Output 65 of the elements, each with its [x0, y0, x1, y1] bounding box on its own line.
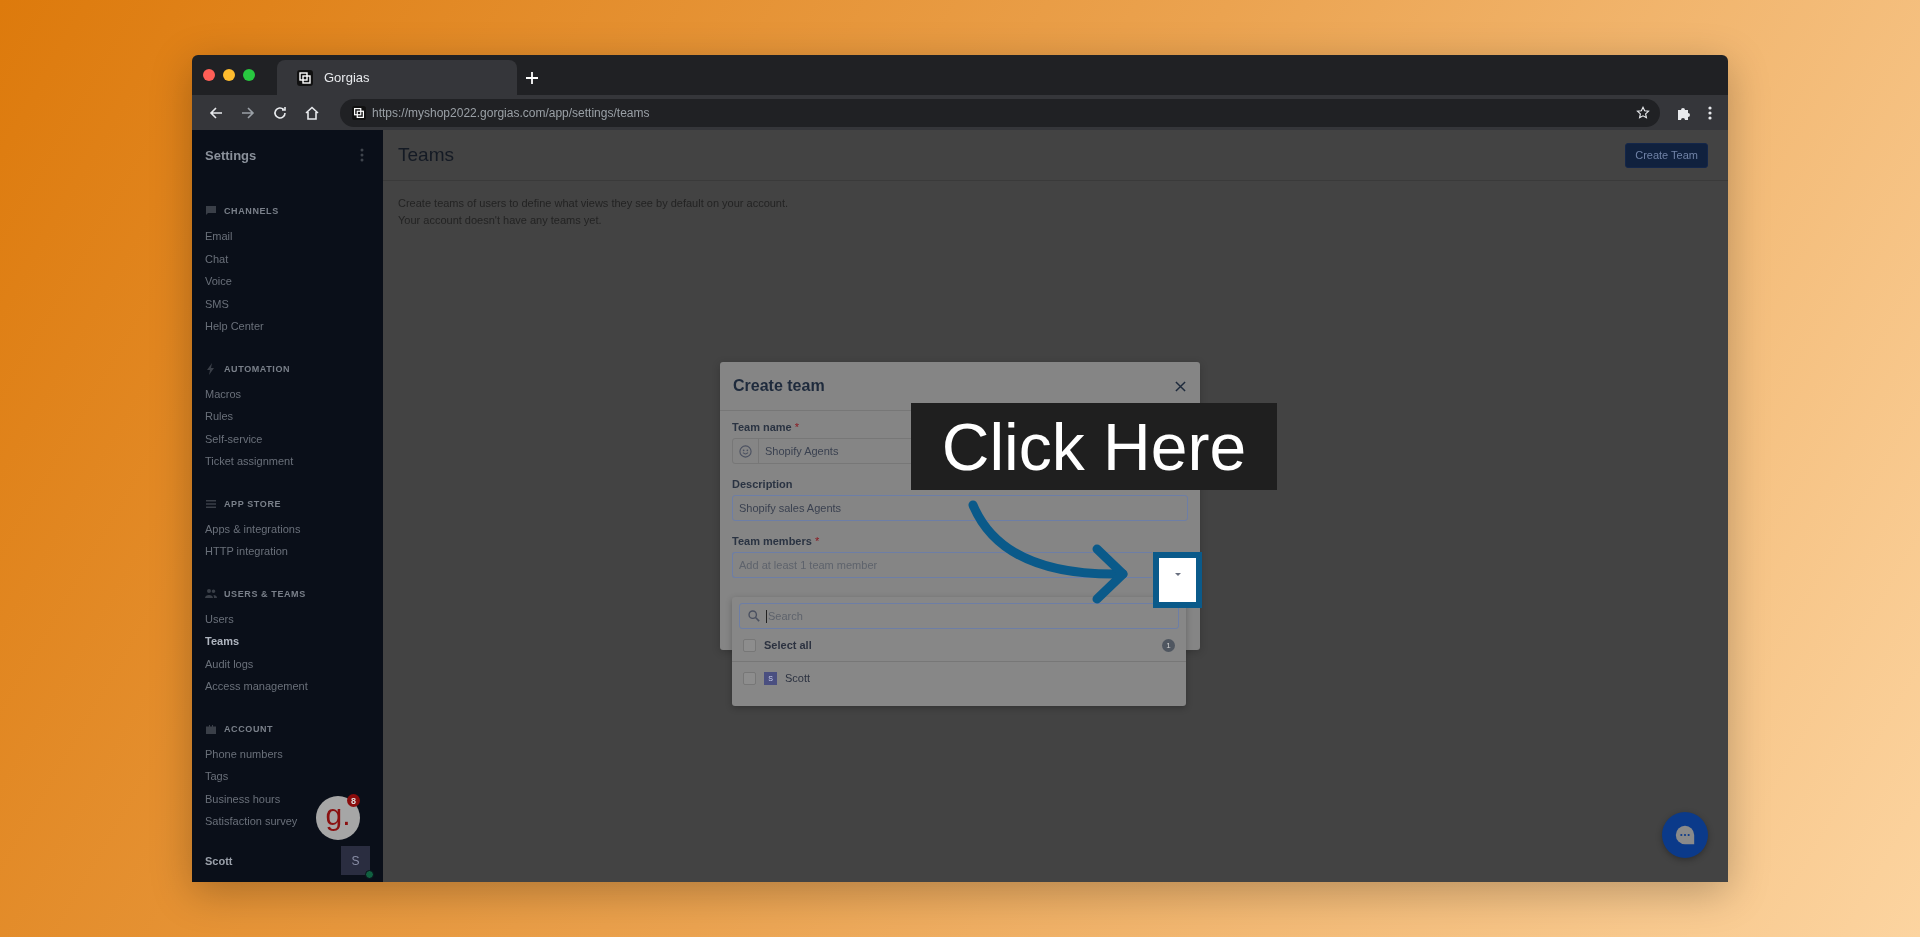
notification-badge: 8: [347, 794, 360, 807]
sidebar-item[interactable]: SMS: [205, 292, 229, 315]
address-bar[interactable]: https://myshop2022.gorgias.com/app/settings/teams: [340, 98, 1660, 127]
sidebar-item[interactable]: Apps & integrations: [205, 517, 301, 540]
sidebar-item[interactable]: Phone numbers: [205, 742, 283, 765]
required-mark: *: [814, 534, 820, 547]
section-heading: USERS & TEAMS: [224, 588, 306, 599]
sidebar-item[interactable]: Chat: [205, 247, 229, 270]
sidebar-item[interactable]: Self-service: [205, 427, 263, 450]
sidebar-item[interactable]: Voice: [205, 270, 232, 293]
chat-button[interactable]: [1662, 812, 1708, 858]
field-label: Description: [732, 477, 793, 490]
browser-tab[interactable]: Gorgias: [277, 60, 517, 95]
chat-icon: [205, 205, 217, 217]
sidebar-item[interactable]: Help Center: [205, 315, 264, 338]
reload-icon[interactable]: [272, 104, 288, 121]
field-label: Team name: [732, 420, 792, 433]
sidebar-item[interactable]: Business hours: [205, 787, 281, 810]
people-icon: [205, 587, 217, 600]
bolt-icon: [205, 362, 217, 375]
forward-icon[interactable]: [240, 104, 256, 121]
required-mark: *: [794, 420, 799, 433]
more-icon[interactable]: [1708, 104, 1712, 121]
minimize-window-button[interactable]: [223, 69, 235, 81]
section-heading: AUTOMATION: [224, 363, 291, 374]
new-tab-icon[interactable]: [525, 71, 539, 85]
sidebar-item[interactable]: HTTP integration: [205, 540, 288, 563]
create-team-button[interactable]: Create Team: [1625, 142, 1708, 168]
sidebar-title: Settings: [205, 147, 257, 163]
favicon-icon: [297, 69, 313, 86]
online-status-dot: [365, 870, 374, 879]
sidebar-item[interactable]: Satisfaction survey: [205, 810, 298, 833]
section-heading: CHANNELS: [224, 206, 279, 216]
dialog-title: Create team: [733, 377, 825, 395]
back-icon[interactable]: [208, 104, 224, 121]
select-all-label[interactable]: Select all: [764, 639, 1154, 651]
sidebar-item[interactable]: Teams: [205, 630, 240, 653]
section-heading: APP STORE: [224, 498, 282, 509]
chat-bubble-icon: [1674, 824, 1696, 846]
click-here-tooltip: Click Here: [911, 403, 1277, 490]
section-heading: ACCOUNT: [224, 723, 274, 734]
sidebar-item[interactable]: Users: [205, 607, 234, 630]
count-badge: 1: [1162, 638, 1175, 652]
briefcase-icon: [205, 722, 217, 735]
caret-icon: [1174, 572, 1181, 576]
highlight-box[interactable]: [1153, 552, 1202, 608]
description-field[interactable]: Shopify sales Agents: [732, 495, 1188, 521]
member-name[interactable]: Scott: [785, 672, 811, 684]
sidebar-item[interactable]: Email: [205, 225, 233, 248]
sidebar-item[interactable]: Ticket assignment: [205, 450, 294, 473]
sidebar-item[interactable]: Audit logs: [205, 652, 254, 675]
sidebar-item[interactable]: Macros: [205, 382, 242, 405]
maximize-window-button[interactable]: [243, 69, 255, 81]
sidebar-item[interactable]: Access management: [205, 675, 308, 698]
search-icon: [748, 610, 760, 622]
close-icon[interactable]: [1175, 380, 1186, 392]
user-avatar[interactable]: S: [341, 846, 370, 875]
home-icon[interactable]: [304, 104, 320, 121]
site-icon: [352, 105, 366, 120]
field-label: Team members: [732, 534, 812, 547]
sidebar-item[interactable]: Tags: [205, 765, 229, 788]
bookmark-star-icon[interactable]: [1636, 105, 1650, 120]
user-name: Scott: [205, 854, 233, 867]
sidebar-item[interactable]: Rules: [205, 405, 234, 428]
close-window-button[interactable]: [203, 69, 215, 81]
